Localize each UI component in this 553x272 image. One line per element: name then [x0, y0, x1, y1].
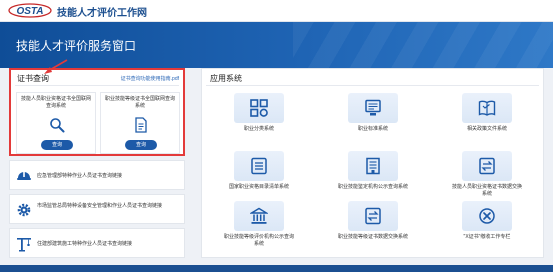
app-icon-box: [348, 151, 398, 181]
service-link-label: 住建部建筑施工特种作业人员证书查询链接: [37, 241, 133, 247]
top-bar: OSTA 技能人才评价工作网: [0, 0, 553, 22]
service-link-construction[interactable]: 住建部建筑施工特种作业人员证书查询链接: [9, 228, 185, 258]
app-occupation-classification[interactable]: 职业分类系统: [229, 93, 289, 153]
app-occupation-standards[interactable]: 职业标准系统: [343, 93, 403, 153]
footer-bar: [0, 265, 553, 272]
app-label: 职业分类系统: [243, 126, 274, 132]
app-evaluation-institution-query[interactable]: 职业技能等级评价机构公示查询系统: [224, 201, 294, 261]
monitor-icon: [365, 99, 381, 116]
service-link-market-regulation[interactable]: 市场监管总局特种设备安全管理和作业人员证书查询链接: [9, 194, 185, 224]
exchange-icon: [479, 157, 495, 175]
book-icon: [478, 100, 496, 116]
cert-query-guide-link[interactable]: 证书查询功能使用指南.pdf: [121, 75, 179, 82]
document-icon: [135, 117, 147, 133]
divider: [15, 85, 179, 86]
app-label: 职业技能等级证书数据交换系统: [337, 234, 408, 240]
banner-decoration: [293, 22, 553, 68]
app-icon-box: [348, 93, 398, 123]
cert-card-skill-level: 职业技能等级证书全国联网查询系统 查询: [100, 92, 180, 154]
exchange-icon: [365, 207, 381, 225]
site-title[interactable]: 技能人才评价工作网: [57, 4, 147, 19]
worker-helmet-icon: [17, 172, 31, 180]
osta-logo[interactable]: OSTA: [8, 3, 52, 18]
app-label: 职业标准系统: [357, 126, 388, 132]
app-icon-box: [462, 93, 512, 123]
app-icon-box: [234, 201, 284, 231]
building-icon: [366, 157, 380, 175]
grid-icon: [250, 99, 268, 117]
app-level-cert-exchange[interactable]: 职业技能等级证书数据交换系统: [338, 201, 408, 261]
left-column: 证书查询 证书查询功能使用指南.pdf 技能人员职业资格证书全国联网查询系统 查…: [9, 68, 187, 258]
app-label: 职业技能等级评价机构公示查询系统: [223, 234, 294, 247]
gear-icon: [17, 203, 31, 217]
divider: [206, 85, 539, 86]
cert-card-skills-qualification: 技能人员职业资格证书全国联网查询系统 查询: [16, 92, 96, 154]
banner: 技能人才评价服务窗口: [0, 22, 553, 68]
cert-card-title: 职业技能等级证书全国联网查询系统: [104, 96, 175, 109]
app-label: 国家职业资格目录清单系统: [228, 184, 289, 190]
app-icon-box: [462, 201, 512, 231]
service-link-label: 应急管理部特种作业人员证书查询链接: [37, 173, 123, 179]
svg-text:OSTA: OSTA: [16, 6, 43, 17]
app-x-certificate-column[interactable]: "X证书"缴收工作专栏: [457, 201, 517, 261]
crane-icon: [17, 238, 31, 252]
app-label: "X证书"缴收工作专栏: [463, 234, 511, 240]
app-icon-box: [462, 151, 512, 181]
app-policy-documents[interactable]: 相关政策文件系统: [457, 93, 517, 153]
query-button[interactable]: 查询: [125, 140, 157, 150]
app-label: 相关政策文件系统: [466, 126, 507, 132]
list-icon: [251, 157, 267, 175]
app-icon-box: [348, 201, 398, 231]
cert-query-heading: 证书查询: [17, 74, 49, 83]
app-system-heading: 应用系统: [210, 74, 242, 83]
app-label: 技能人员职业资格证书数据交换系统: [451, 184, 522, 197]
app-icon-box: [234, 93, 284, 123]
app-icon-box: [234, 151, 284, 181]
magnifier-icon: [50, 118, 65, 133]
app-label: 职业技能鉴定机构公示查询系统: [337, 184, 408, 190]
x-cert-icon: [479, 208, 495, 224]
banner-title: 技能人才评价服务窗口: [16, 39, 137, 53]
service-link-label: 市场监管总局特种设备安全管理和作业人员证书查询链接: [37, 203, 163, 209]
cert-query-panel: 证书查询 证书查询功能使用指南.pdf 技能人员职业资格证书全国联网查询系统 查…: [9, 68, 185, 156]
app-system-panel: 应用系统 职业分类系统 职业标准系统 相关政策文件系统 国家职业资格目录清单系统…: [201, 68, 544, 258]
service-link-emergency[interactable]: 应急管理部特种作业人员证书查询链接: [9, 160, 185, 190]
cert-card-title: 技能人员职业资格证书全国联网查询系统: [20, 96, 91, 109]
institution-icon: [250, 207, 268, 224]
query-button[interactable]: 查询: [41, 140, 73, 150]
